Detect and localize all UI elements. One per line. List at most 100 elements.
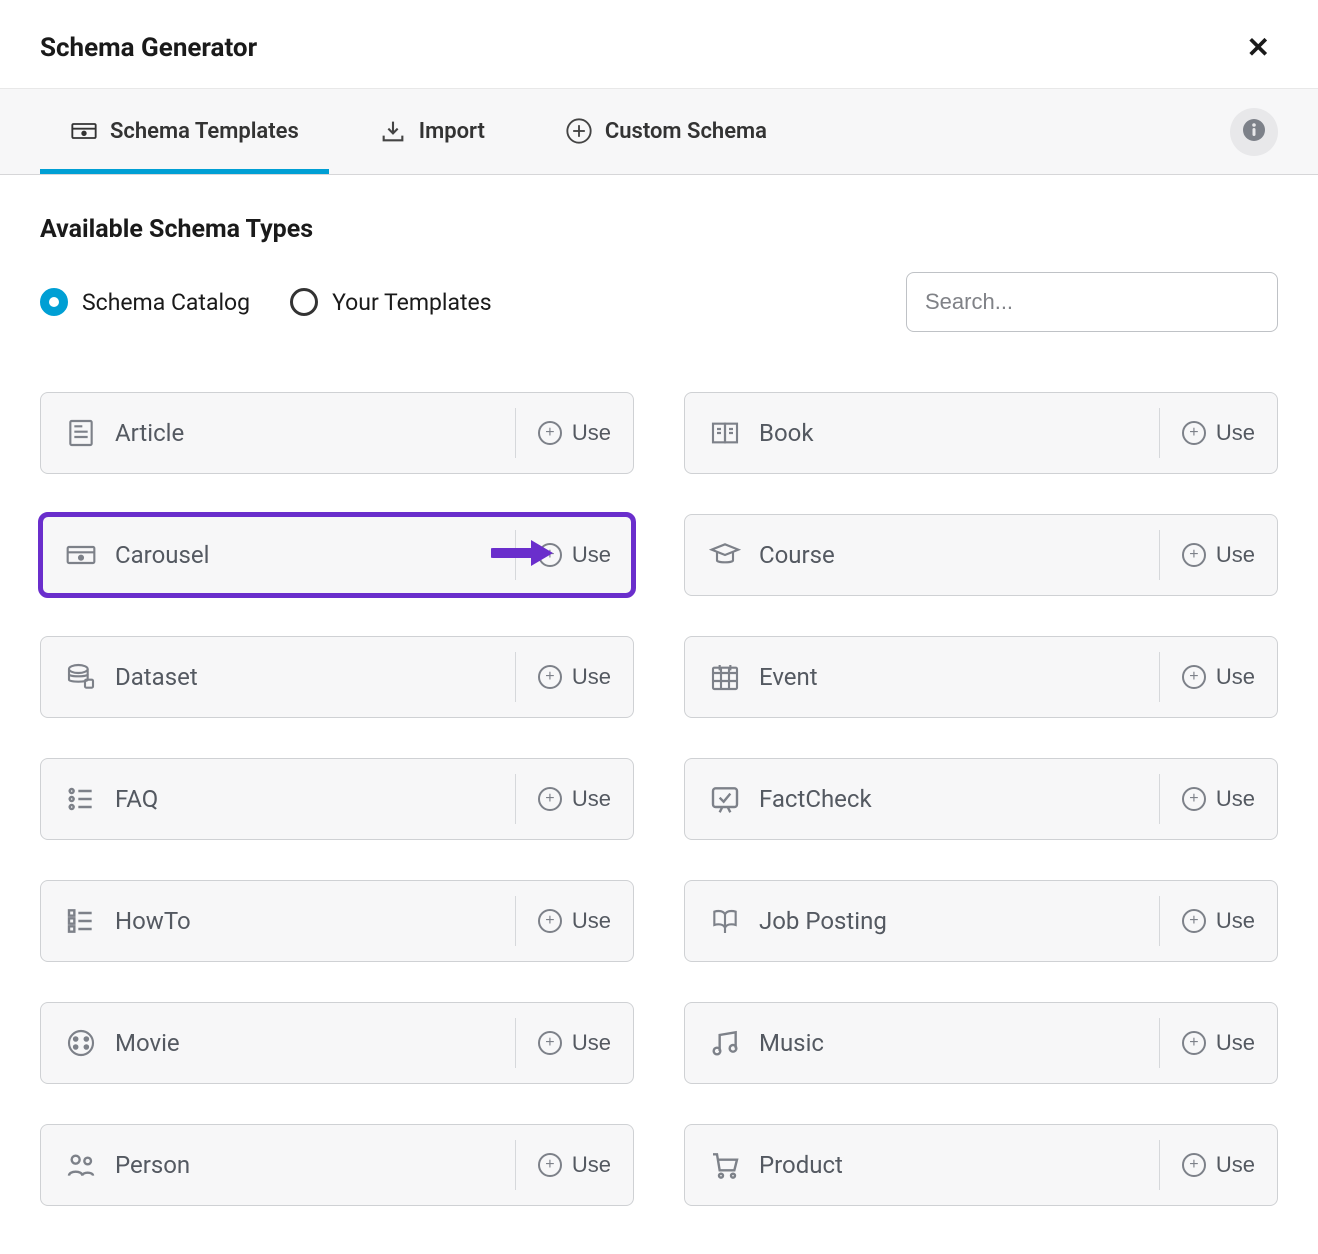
tab-import[interactable]: Import — [349, 89, 515, 174]
radio-unselected-icon — [290, 288, 318, 316]
use-button[interactable]: + Use — [1159, 530, 1277, 580]
howto-icon — [65, 905, 97, 937]
use-label: Use — [1216, 664, 1255, 690]
use-button[interactable]: + Use — [515, 652, 633, 702]
jobposting-icon — [709, 905, 741, 937]
schema-card-left[interactable]: Book — [685, 417, 1159, 449]
factcheck-icon — [709, 783, 741, 815]
plus-icon: + — [538, 543, 562, 567]
use-label: Use — [572, 542, 611, 568]
plus-icon: + — [1182, 543, 1206, 567]
use-label: Use — [572, 786, 611, 812]
radio-group: Schema Catalog Your Templates — [40, 288, 492, 316]
plus-icon: + — [538, 421, 562, 445]
use-button[interactable]: + Use — [1159, 1018, 1277, 1068]
use-button[interactable]: + Use — [1159, 774, 1277, 824]
music-icon — [709, 1027, 741, 1059]
plus-icon: + — [538, 1031, 562, 1055]
tab-label: Custom Schema — [605, 119, 767, 144]
plus-icon: + — [1182, 909, 1206, 933]
plus-icon: + — [1182, 665, 1206, 689]
custom-schema-icon — [565, 117, 593, 145]
search-input[interactable] — [906, 272, 1278, 332]
schema-card-left[interactable]: Dataset — [41, 661, 515, 693]
use-label: Use — [572, 908, 611, 934]
radio-your-templates[interactable]: Your Templates — [290, 288, 492, 316]
faq-icon — [65, 783, 97, 815]
schema-card-jobposting: Job Posting + Use — [684, 880, 1278, 962]
use-label: Use — [1216, 1030, 1255, 1056]
schema-card-left[interactable]: Carousel — [41, 539, 515, 571]
content-area: Available Schema Types Schema Catalog Yo… — [0, 175, 1318, 1246]
book-icon — [709, 417, 741, 449]
carousel-icon — [65, 539, 97, 571]
schema-card-left[interactable]: Product — [685, 1149, 1159, 1181]
card-label: Job Posting — [759, 907, 887, 935]
schema-card-carousel: Carousel + Use — [40, 514, 634, 596]
plus-icon: + — [538, 787, 562, 811]
card-label: Person — [115, 1151, 190, 1179]
tab-custom-schema[interactable]: Custom Schema — [535, 89, 797, 174]
schema-card-left[interactable]: Course — [685, 539, 1159, 571]
plus-icon: + — [538, 909, 562, 933]
schema-cards-grid: Article + Use Book + Us — [40, 392, 1278, 1206]
use-button[interactable]: + Use — [515, 408, 633, 458]
schema-card-left[interactable]: Job Posting — [685, 905, 1159, 937]
use-button[interactable]: + Use — [515, 1018, 633, 1068]
article-icon — [65, 417, 97, 449]
plus-icon: + — [1182, 787, 1206, 811]
close-button[interactable]: ✕ — [1239, 30, 1278, 66]
filter-row: Schema Catalog Your Templates — [40, 272, 1278, 332]
use-label: Use — [1216, 908, 1255, 934]
plus-icon: + — [1182, 1031, 1206, 1055]
tab-label: Schema Templates — [110, 119, 299, 144]
use-button[interactable]: + Use — [515, 774, 633, 824]
schema-card-book: Book + Use — [684, 392, 1278, 474]
schema-card-dataset: Dataset + Use — [40, 636, 634, 718]
close-icon: ✕ — [1247, 32, 1270, 63]
radio-label: Your Templates — [332, 289, 492, 316]
use-label: Use — [1216, 420, 1255, 446]
schema-card-left[interactable]: Movie — [41, 1027, 515, 1059]
schema-card-left[interactable]: HowTo — [41, 905, 515, 937]
person-icon — [65, 1149, 97, 1181]
schema-card-faq: FAQ + Use — [40, 758, 634, 840]
card-label: Dataset — [115, 663, 198, 691]
radio-label: Schema Catalog — [82, 289, 250, 316]
use-label: Use — [572, 1152, 611, 1178]
plus-icon: + — [1182, 1153, 1206, 1177]
schema-card-left[interactable]: Music — [685, 1027, 1159, 1059]
use-label: Use — [572, 664, 611, 690]
card-label: FactCheck — [759, 785, 872, 813]
card-label: Movie — [115, 1029, 180, 1057]
radio-schema-catalog[interactable]: Schema Catalog — [40, 288, 250, 316]
use-button[interactable]: + Use — [1159, 1140, 1277, 1190]
use-label: Use — [1216, 1152, 1255, 1178]
schema-card-left[interactable]: Person — [41, 1149, 515, 1181]
schema-card-left[interactable]: Article — [41, 417, 515, 449]
use-button[interactable]: + Use — [1159, 652, 1277, 702]
card-label: Product — [759, 1151, 843, 1179]
tabs-bar: Schema Templates Import Custom Schema — [0, 89, 1318, 175]
schema-card-left[interactable]: FactCheck — [685, 783, 1159, 815]
info-button[interactable] — [1230, 108, 1278, 156]
schema-card-event: Event + Use — [684, 636, 1278, 718]
schema-card-left[interactable]: FAQ — [41, 783, 515, 815]
card-label: Music — [759, 1029, 824, 1057]
course-icon — [709, 539, 741, 571]
use-label: Use — [1216, 542, 1255, 568]
use-button[interactable]: + Use — [515, 1140, 633, 1190]
card-label: Course — [759, 541, 835, 569]
product-icon — [709, 1149, 741, 1181]
tab-schema-templates[interactable]: Schema Templates — [40, 89, 329, 174]
use-button[interactable]: + Use — [1159, 896, 1277, 946]
card-label: FAQ — [115, 785, 158, 813]
use-button[interactable]: + Use — [1159, 408, 1277, 458]
tab-label: Import — [419, 119, 485, 144]
movie-icon — [65, 1027, 97, 1059]
use-button[interactable]: + Use — [515, 530, 633, 580]
schema-card-person: Person + Use — [40, 1124, 634, 1206]
schema-card-left[interactable]: Event — [685, 661, 1159, 693]
use-button[interactable]: + Use — [515, 896, 633, 946]
schema-card-howto: HowTo + Use — [40, 880, 634, 962]
